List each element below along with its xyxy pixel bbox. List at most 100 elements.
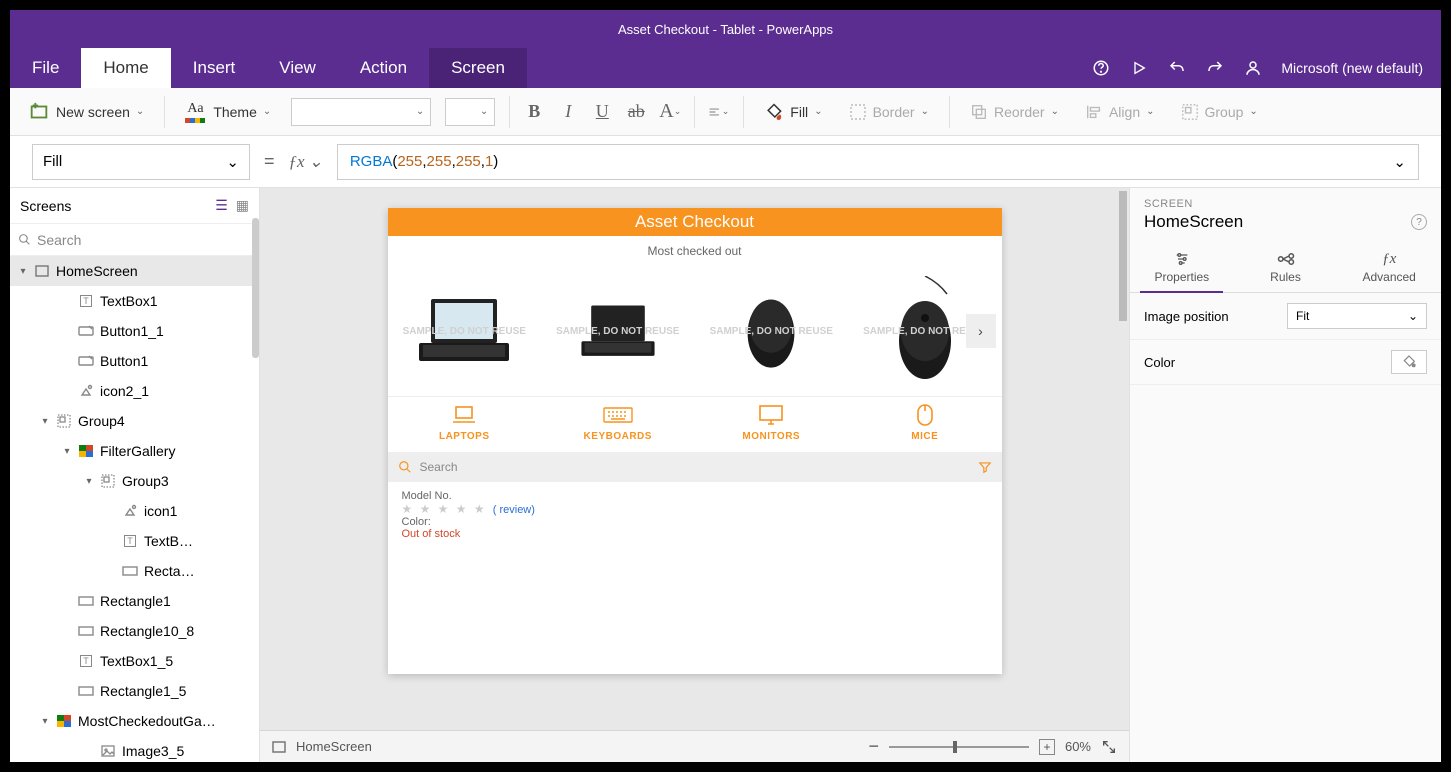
tree-node[interactable]: Button1_1 (10, 316, 259, 346)
tree-node[interactable]: TTextBox1 (10, 286, 259, 316)
icon-icon (122, 503, 138, 519)
tree-node[interactable]: ▾Group4 (10, 406, 259, 436)
tree-node-label: Group4 (78, 413, 125, 429)
fill-label: Fill (790, 104, 808, 120)
status-breadcrumb[interactable]: HomeScreen (296, 739, 372, 754)
properties-panel: SCREEN HomeScreen ? Properties Rules ƒx … (1129, 188, 1441, 762)
category-laptops[interactable]: LAPTOPS (388, 397, 542, 452)
underline-icon[interactable]: U (592, 102, 612, 122)
strikethrough-icon[interactable]: ab (626, 102, 646, 122)
stock-status: Out of stock (402, 528, 988, 540)
tree-node[interactable]: Rectangle1_5 (10, 676, 259, 706)
tree-node[interactable]: TTextBox1_5 (10, 646, 259, 676)
border-button[interactable]: Border⌄ (843, 99, 935, 125)
border-label: Border (873, 104, 915, 120)
category-label: KEYBOARDS (584, 431, 652, 442)
group-button[interactable]: Group⌄ (1175, 99, 1264, 125)
reorder-label: Reorder (994, 104, 1045, 120)
undo-icon[interactable] (1167, 58, 1187, 78)
formula-input[interactable]: RGBA(255,255,255,1) ⌄ (337, 144, 1419, 180)
fill-button[interactable]: Fill⌄ (758, 98, 828, 126)
italic-icon[interactable]: I (558, 102, 578, 122)
gallery-item[interactable]: SAMPLE, DO NOT REUSE (541, 299, 695, 364)
tree-node[interactable]: Rectangle1 (10, 586, 259, 616)
font-color-icon[interactable]: A⌄ (660, 102, 680, 122)
tree-node[interactable]: Rectangle10_8 (10, 616, 259, 646)
status-bar: HomeScreen − + 60% (260, 730, 1129, 762)
menu-view[interactable]: View (257, 48, 338, 88)
tree-node[interactable]: icon1 (10, 496, 259, 526)
tree-node[interactable]: ▾FilterGallery (10, 436, 259, 466)
menu-screen[interactable]: Screen (429, 48, 527, 88)
expand-icon[interactable] (1101, 739, 1117, 755)
gallery-icon (56, 713, 72, 729)
gallery-item[interactable]: SAMPLE, DO NOT REUSE (388, 291, 542, 371)
equals-sign: = (264, 151, 275, 172)
tree-node-label: FilterGallery (100, 443, 175, 459)
tree-node[interactable]: Button1 (10, 346, 259, 376)
tab-rules[interactable]: Rules (1234, 242, 1338, 292)
rating-stars: ★ ★ ★ ★ ★ (402, 502, 487, 516)
tree-node[interactable]: Recta… (10, 556, 259, 586)
canvas-search-bar[interactable]: Search (388, 452, 1002, 482)
menu-action[interactable]: Action (338, 48, 429, 88)
menu-home[interactable]: Home (81, 48, 170, 88)
redo-icon[interactable] (1205, 58, 1225, 78)
text-icon: T (78, 653, 94, 669)
tree-grid-icon[interactable]: ▦ (236, 197, 249, 214)
review-link[interactable]: ( review) (493, 504, 535, 516)
zoom-level: 60% (1065, 739, 1091, 754)
filter-icon[interactable] (978, 460, 992, 474)
new-screen-button[interactable]: New screen⌄ (22, 97, 150, 127)
tree-node[interactable]: icon2_1 (10, 376, 259, 406)
tree-node[interactable]: ▾MostCheckedoutGa… (10, 706, 259, 736)
tree-node[interactable]: TTextB… (10, 526, 259, 556)
category-label: MICE (911, 431, 938, 442)
rect-icon (78, 623, 94, 639)
reorder-button[interactable]: Reorder⌄ (964, 99, 1065, 125)
color-label: Color (1144, 355, 1175, 370)
gallery-item[interactable]: SAMPLE, DO NOT REUSE (695, 289, 849, 374)
tree-node-label: Image3_5 (122, 743, 184, 759)
property-selector[interactable]: Fill ⌄ (32, 144, 250, 180)
align-icon[interactable]: ⌄ (709, 102, 729, 122)
play-icon[interactable] (1129, 58, 1149, 78)
tree-node[interactable]: Image3_5 (10, 736, 259, 762)
tree-node[interactable]: ▾HomeScreen (10, 256, 259, 286)
font-family-dropdown[interactable]: ⌄ (291, 98, 431, 126)
theme-button[interactable]: Aa Theme⌄ (179, 99, 277, 125)
align-button[interactable]: Align⌄ (1079, 99, 1161, 125)
app-canvas[interactable]: Asset Checkout Most checked out SAMPLE, … (388, 208, 1002, 674)
tab-advanced[interactable]: ƒx Advanced (1337, 242, 1441, 292)
category-keyboards[interactable]: KEYBOARDS (541, 397, 695, 452)
rect-icon (122, 563, 138, 579)
next-arrow-button[interactable]: › (966, 314, 996, 348)
props-section-label: SCREEN (1130, 188, 1441, 212)
image-position-dropdown[interactable]: Fit⌄ (1287, 303, 1427, 329)
fx-icon[interactable]: ƒx⌄ (289, 152, 323, 172)
color-swatch[interactable] (1391, 350, 1427, 374)
item-detail: Model No. ★ ★ ★ ★ ★ ( review) Color: Out… (388, 482, 1002, 554)
tree-node-label: Rectangle1 (100, 593, 171, 609)
category-monitors[interactable]: MONITORS (695, 397, 849, 452)
menu-insert[interactable]: Insert (171, 48, 258, 88)
zoom-in-button[interactable]: + (1039, 739, 1055, 755)
info-icon[interactable]: ? (1411, 214, 1427, 230)
props-screen-name: HomeScreen (1144, 212, 1243, 232)
menubar: File Home Insert View Action Screen Micr… (10, 48, 1441, 88)
tree-node[interactable]: ▾Group3 (10, 466, 259, 496)
account-label[interactable]: Microsoft (new default) (1281, 60, 1423, 76)
tree-search-placeholder: Search (37, 232, 81, 248)
font-size-dropdown[interactable]: ⌄ (445, 98, 495, 126)
menu-file[interactable]: File (10, 48, 81, 88)
bold-icon[interactable]: B (524, 102, 544, 122)
category-mice[interactable]: MICE (848, 397, 1002, 452)
zoom-slider[interactable] (889, 746, 1029, 748)
zoom-out-button[interactable]: − (868, 736, 879, 757)
mouse-icon (848, 403, 1002, 427)
tab-properties[interactable]: Properties (1130, 242, 1234, 292)
tree-list-icon[interactable]: ☰ (215, 197, 228, 214)
tree-search[interactable]: Search (10, 224, 259, 256)
user-icon[interactable] (1243, 58, 1263, 78)
help-icon[interactable] (1091, 58, 1111, 78)
